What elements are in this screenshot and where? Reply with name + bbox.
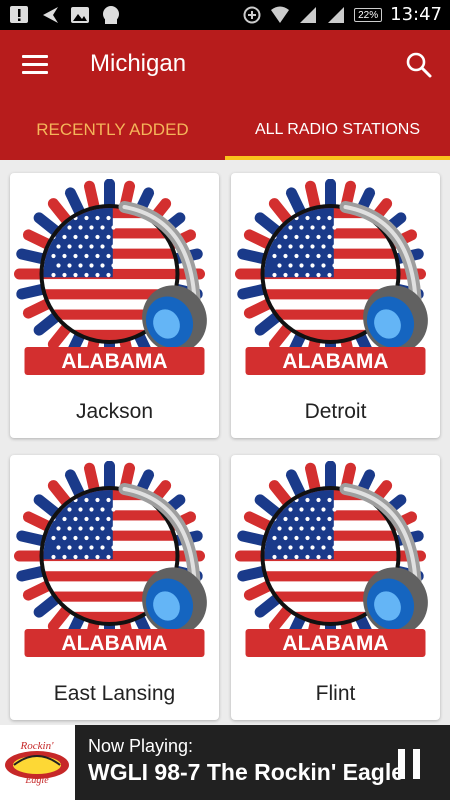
clock: 13:47 <box>390 4 442 25</box>
now-playing-bar[interactable]: Rockin' Eagle Now Playing: WGLI 98-7 The… <box>0 725 450 800</box>
radio-logo-icon: ALABAMA <box>235 461 428 657</box>
menu-icon-line <box>22 63 48 66</box>
radio-logo-icon: ALABAMA <box>14 179 207 375</box>
station-logo-icon: Rockin' Eagle <box>5 740 69 786</box>
radio-logo-icon: ALABAMA <box>235 179 428 375</box>
menu-icon-line <box>22 55 48 58</box>
now-playing-station: WGLI 98-7 The Rockin' Eagle <box>88 759 405 785</box>
alert-icon <box>10 6 28 23</box>
signal-icon <box>300 6 317 23</box>
menu-button[interactable] <box>20 52 50 78</box>
app-bar: Michigan RECENTLY ADDED ALL RADIO STATIO… <box>0 30 450 160</box>
now-playing-thumbnail: Rockin' Eagle <box>0 725 75 800</box>
menu-icon-line <box>22 71 48 74</box>
status-bar: 22% 13:47 <box>0 0 450 30</box>
battery-indicator: 22% <box>354 7 383 22</box>
thumb-text-2: Eagle <box>24 775 49 786</box>
chat-icon <box>103 6 119 24</box>
svg-text:ALABAMA: ALABAMA <box>282 350 388 373</box>
station-name: East Lansing <box>53 682 176 705</box>
pause-icon-bar <box>398 749 405 779</box>
station-card-flint[interactable]: ALABAMA Flint <box>231 455 440 720</box>
data-saver-icon <box>243 6 261 23</box>
pause-button[interactable] <box>398 749 420 779</box>
station-name: Detroit <box>304 400 367 423</box>
svg-text:ALABAMA: ALABAMA <box>282 632 388 655</box>
tab-recently-added[interactable]: RECENTLY ADDED <box>0 100 225 160</box>
station-name: Flint <box>315 682 356 705</box>
svg-text:ALABAMA: ALABAMA <box>61 350 167 373</box>
back-arrow-icon <box>43 7 58 23</box>
notification-icons <box>8 5 122 25</box>
svg-text:ALABAMA: ALABAMA <box>61 632 167 655</box>
signal-icon-2 <box>328 6 345 23</box>
station-grid: ALABAMA Jackson ALABAMA Detroit ALABAMA … <box>0 160 450 725</box>
station-card-detroit[interactable]: ALABAMA Detroit <box>231 173 440 438</box>
station-name: Jackson <box>75 400 154 423</box>
thumb-text: Rockin' <box>20 740 55 752</box>
image-icon <box>71 7 89 23</box>
radio-logo-icon: ALABAMA <box>14 461 207 657</box>
search-icon <box>406 52 432 78</box>
pause-icon-bar <box>413 749 420 779</box>
station-card-east-lansing[interactable]: ALABAMA East Lansing <box>10 455 219 720</box>
system-icons: 22% 13:47 <box>242 4 442 25</box>
page-title: Michigan <box>90 50 187 77</box>
tab-all-radio-stations[interactable]: ALL RADIO STATIONS <box>225 100 450 160</box>
station-card-jackson[interactable]: ALABAMA Jackson <box>10 173 219 438</box>
now-playing-caption: Now Playing: <box>88 736 194 756</box>
search-button[interactable] <box>404 50 434 80</box>
wifi-icon <box>271 6 290 23</box>
